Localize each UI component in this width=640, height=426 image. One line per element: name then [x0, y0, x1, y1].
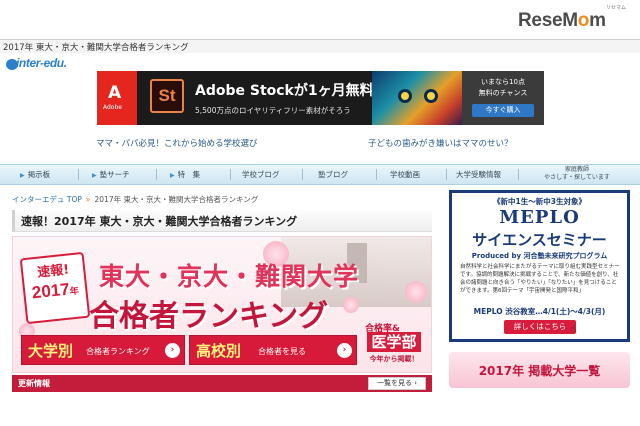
- nav-item-tutor[interactable]: 家庭教師 やさしす・探しています: [524, 166, 630, 184]
- page-title: 2017年 東大・京大・難関大学合格者ランキング: [0, 39, 640, 53]
- adobe-a-icon: A: [108, 83, 122, 103]
- ad-artwork: [372, 71, 462, 125]
- nav-item-juku-blog[interactable]: 塾ブログ: [318, 165, 348, 184]
- sokuho-badge: 速報! 2017年: [19, 251, 91, 325]
- inter-edu-logo[interactable]: inter-edu.: [6, 56, 102, 71]
- meplo-detail-button[interactable]: 詳しくはこちら: [504, 320, 576, 334]
- nav-arrow-icon: ▶: [170, 172, 175, 179]
- adobe-logo: A Adobe: [97, 71, 137, 125]
- adobe-stock-ad-banner[interactable]: A Adobe St Adobe Stockが1ヶ月無料 5,500万点のロイヤ…: [97, 71, 544, 125]
- promo-link-toothbrushing[interactable]: 子どもの歯みがき嫌いはママのせい？: [368, 137, 513, 149]
- banner-title-ranking: 合格者ランキング: [89, 299, 329, 334]
- university-list-banner[interactable]: 2017年 掲載大学一覧: [449, 352, 630, 388]
- brand-tagline: リセマム: [605, 5, 626, 11]
- stock-app-icon: St: [150, 79, 184, 113]
- nav-item-school-video[interactable]: 学校動画: [390, 165, 420, 184]
- breadcrumb-current: 2017年 東大・京大・難関大学合格者ランキング: [94, 195, 259, 204]
- nav-item-school-blog[interactable]: 学校ブログ: [242, 165, 280, 184]
- nav-arrow-icon: ▶: [20, 172, 25, 179]
- news-header: 更新情報 一覧を見る ›: [12, 375, 432, 392]
- banner-title-universities: 東大・京大・難関大学: [99, 262, 360, 291]
- global-nav: ▶ 掲示板 ▶ 塾サーチ ▶ 特 集 学校ブログ 塾ブログ 学校動画 大学受験情報 家…: [0, 164, 640, 185]
- meplo-logo: MEPLO: [499, 207, 580, 228]
- nav-item-bbs[interactable]: ▶ 掲示板: [20, 165, 50, 184]
- medical-school-badge: 合格率& 医学部 今年から掲載！: [365, 321, 425, 369]
- promo-link-school-choice[interactable]: ママ・パパ必見！これから始める学校選び: [96, 137, 258, 149]
- chevron-right-icon: ›: [337, 343, 352, 358]
- resemom-logo: ReseMom リセマム: [518, 5, 626, 31]
- ad-subtitle: 5,500万点のロイヤリティフリー素材がそろう: [195, 106, 351, 115]
- ad-offer-panel: いまなら10点 無料のチャンス 今すぐ購入: [462, 71, 544, 125]
- nav-item-feature[interactable]: ▶ 特 集: [170, 165, 200, 184]
- breadcrumb: インターエデュ TOP» 2017年 東大・京大・難関大学合格者ランキング: [12, 194, 258, 205]
- chevron-right-icon: ›: [165, 343, 180, 358]
- ranking-banner[interactable]: 速報! 2017年 東大・京大・難関大学 合格者ランキング 合格率& 医学部 今…: [12, 236, 432, 373]
- nav-item-juku-search[interactable]: ▶ 塾サーチ: [92, 165, 130, 184]
- pointing-hand-icon: ☝: [570, 324, 577, 335]
- meplo-side-ad[interactable]: 《新中1生〜新中3生対象》 MEPLO サイエンスセミナー Produced b…: [449, 190, 630, 342]
- article-heading: 速報！2017年 東大・京大・難関大学合格者ランキング: [12, 210, 432, 232]
- breadcrumb-home-link[interactable]: インターエデュ TOP: [12, 195, 82, 204]
- by-university-button[interactable]: 大学別 合格者ランキング ›: [21, 335, 185, 365]
- ad-buy-button[interactable]: 今すぐ購入: [472, 104, 534, 117]
- nav-arrow-icon: ▶: [92, 172, 97, 179]
- news-more-button[interactable]: 一覧を見る ›: [368, 377, 426, 390]
- ad-title: Adobe Stockが1ヶ月無料: [195, 83, 374, 99]
- by-high-school-button[interactable]: 高校別 合格者を見る ›: [189, 335, 357, 365]
- nav-item-university-exam[interactable]: 大学受験情報: [456, 165, 501, 184]
- breadcrumb-separator-icon: »: [85, 195, 91, 204]
